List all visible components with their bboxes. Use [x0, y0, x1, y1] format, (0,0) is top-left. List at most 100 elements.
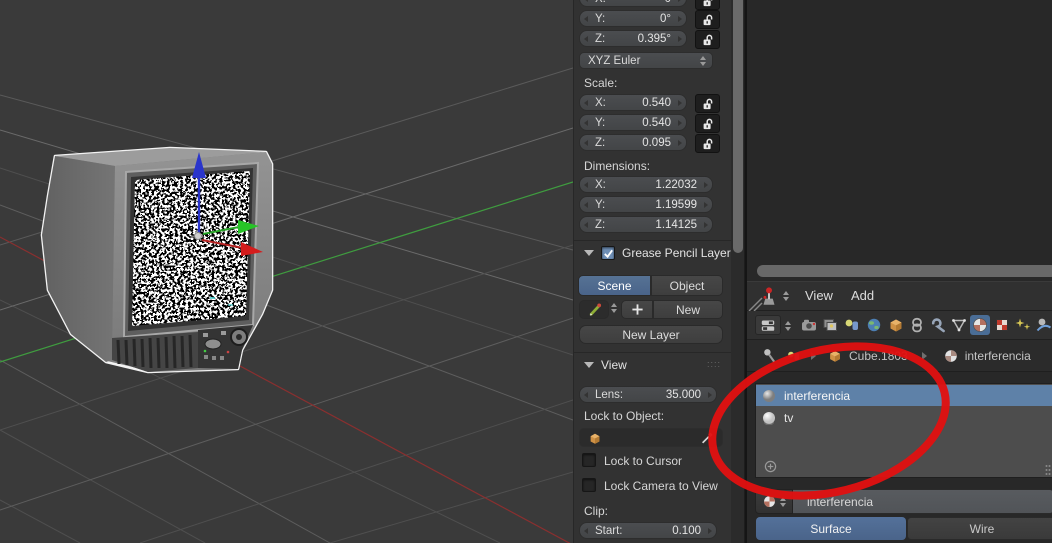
list-resize-grip-icon[interactable]: [1045, 464, 1051, 476]
clip-section-label: Clip:: [584, 504, 609, 518]
rotation-x-field[interactable]: X: 0: [579, 0, 687, 7]
datablock-stepper[interactable]: [780, 496, 786, 507]
material-sphere-icon: [944, 349, 957, 362]
viewport-3d[interactable]: [0, 0, 573, 543]
gp-tab-object[interactable]: Object: [651, 275, 723, 296]
object-cube-icon: [590, 433, 600, 444]
decrement-arrow-icon[interactable]: [584, 0, 588, 2]
tab-world[interactable]: [864, 315, 884, 335]
unlock-icon: [703, 14, 712, 25]
material-name-field[interactable]: interferencia: [793, 489, 1052, 514]
scale-y-lock-button[interactable]: [695, 114, 720, 133]
tab-render-layers[interactable]: [820, 315, 840, 335]
properties-editor-type-button[interactable]: [755, 315, 781, 335]
rotation-mode-dropdown[interactable]: XYZ Euler: [579, 52, 713, 69]
pencil-icon: [589, 303, 601, 316]
gp-new-layer-button[interactable]: New Layer: [579, 325, 723, 344]
logic-editor-canvas[interactable]: [747, 0, 1052, 281]
material-slot-row[interactable]: interferencia: [756, 385, 1052, 406]
tab-particles[interactable]: [1013, 315, 1033, 335]
material-datablock-browse-button[interactable]: [755, 489, 793, 514]
mesh-data-icon: [952, 319, 966, 332]
scale-y-field[interactable]: Y: 0.540: [579, 114, 687, 131]
lock-to-object-field[interactable]: [579, 428, 723, 447]
rotation-y-field[interactable]: Y: 0°: [579, 10, 687, 27]
scale-z-lock-button[interactable]: [695, 134, 720, 153]
eyedropper-icon[interactable]: [700, 431, 714, 445]
object-cube-icon: [830, 350, 840, 362]
menu-add[interactable]: Add: [851, 288, 874, 303]
n-panel: X: 0 Y: 0° Z: 0.395° XYZ Euler Scale: X:…: [573, 0, 746, 543]
stepper-arrows-icon[interactable]: [700, 55, 706, 66]
rotation-z-field[interactable]: Z: 0.395°: [579, 30, 687, 47]
tv-object[interactable]: [40, 146, 274, 374]
tab-object-data[interactable]: [949, 315, 969, 335]
breadcrumb-separator-icon: [811, 351, 816, 360]
rotation-x-lock-button[interactable]: [695, 0, 720, 10]
tab-render[interactable]: [799, 315, 819, 335]
tab-texture[interactable]: [992, 315, 1012, 335]
rotation-z-lock-button[interactable]: [695, 30, 720, 49]
collapse-triangle-icon[interactable]: [584, 250, 594, 256]
tab-scene[interactable]: [842, 315, 862, 335]
material-datablock-row: interferencia: [755, 489, 1052, 514]
editor-type-stepper[interactable]: [785, 321, 791, 331]
dimensions-y-field[interactable]: Y: 1.19599: [579, 196, 713, 213]
logic-editor-header: View Add: [747, 281, 1052, 311]
material-type-surface[interactable]: Surface: [756, 517, 906, 540]
tab-object[interactable]: [886, 315, 906, 335]
panel-grip-icon[interactable]: ::::: [707, 359, 721, 369]
material-slot-list[interactable]: interferencia tv: [755, 383, 1052, 478]
logic-editor-hscrollbar[interactable]: [757, 265, 1052, 277]
chain-link-icon: [912, 317, 922, 333]
tab-modifiers[interactable]: [928, 315, 948, 335]
scale-x-field[interactable]: X: 0.540: [579, 94, 687, 111]
slot-name: interferencia: [784, 388, 851, 403]
tab-constraints[interactable]: [907, 315, 927, 335]
gp-draw-button[interactable]: [579, 300, 609, 319]
n-panel-scrollbar[interactable]: [733, 0, 743, 253]
lock-camera-checkbox[interactable]: [582, 478, 596, 492]
gp-tab-scene[interactable]: Scene: [578, 275, 651, 296]
manipulator-center[interactable]: [194, 232, 202, 240]
grease-pencil-checkbox[interactable]: [601, 246, 615, 260]
texture-checker-icon: [996, 319, 1008, 331]
dimensions-x-field[interactable]: X: 1.22032: [579, 176, 713, 193]
material-sphere-icon: [763, 389, 775, 402]
rotation-x-label: X:: [595, 0, 606, 5]
pin-icon[interactable]: [761, 347, 778, 364]
lens-field[interactable]: Lens: 35.000: [579, 386, 717, 403]
lock-to-cursor-checkbox[interactable]: [582, 453, 596, 467]
scale-x-lock-button[interactable]: [695, 94, 720, 113]
tab-material[interactable]: [970, 315, 990, 335]
editor-type-stepper[interactable]: [783, 291, 789, 301]
lock-to-cursor-label: Lock to Cursor: [604, 454, 683, 468]
material-slot-row[interactable]: tv: [756, 407, 1052, 428]
scene-breadcrumb-icon[interactable]: [786, 348, 802, 364]
gp-new-button[interactable]: New: [653, 300, 723, 319]
collapse-triangle-icon[interactable]: [584, 362, 594, 368]
gp-source-stepper[interactable]: [611, 303, 617, 313]
clip-start-field[interactable]: Start: 0.100: [579, 522, 717, 539]
editor-resize-grip-icon[interactable]: [747, 296, 763, 312]
circle-plus-icon[interactable]: [764, 460, 777, 473]
material-type-wire[interactable]: Wire: [907, 517, 1052, 540]
grease-pencil-panel-header[interactable]: Grease Pencil Layers: [584, 246, 737, 260]
gp-new-plus-button[interactable]: [621, 300, 653, 319]
render-layers-icon: [823, 319, 837, 331]
menu-view[interactable]: View: [805, 288, 833, 303]
plus-icon: [631, 304, 643, 315]
increment-arrow-icon[interactable]: [678, 0, 682, 2]
breadcrumb-object[interactable]: Cube.1803: [849, 349, 908, 363]
rotation-y-lock-button[interactable]: [695, 10, 720, 29]
scale-z-field[interactable]: Z: 0.095: [579, 134, 687, 151]
rotation-x-value: 0: [665, 0, 671, 5]
physics-icon: [1036, 318, 1052, 332]
breadcrumb-material[interactable]: interferencia: [965, 349, 1031, 363]
lock-to-object-label: Lock to Object:: [584, 409, 665, 423]
view-panel-header[interactable]: View: [584, 358, 627, 372]
tab-physics[interactable]: [1034, 315, 1052, 335]
dimensions-z-field[interactable]: Z: 1.14125: [579, 216, 713, 233]
particles-sparkles-icon: [1015, 318, 1031, 330]
right-editors: View Add Cube.1803 interferencia interfe…: [745, 0, 1052, 543]
